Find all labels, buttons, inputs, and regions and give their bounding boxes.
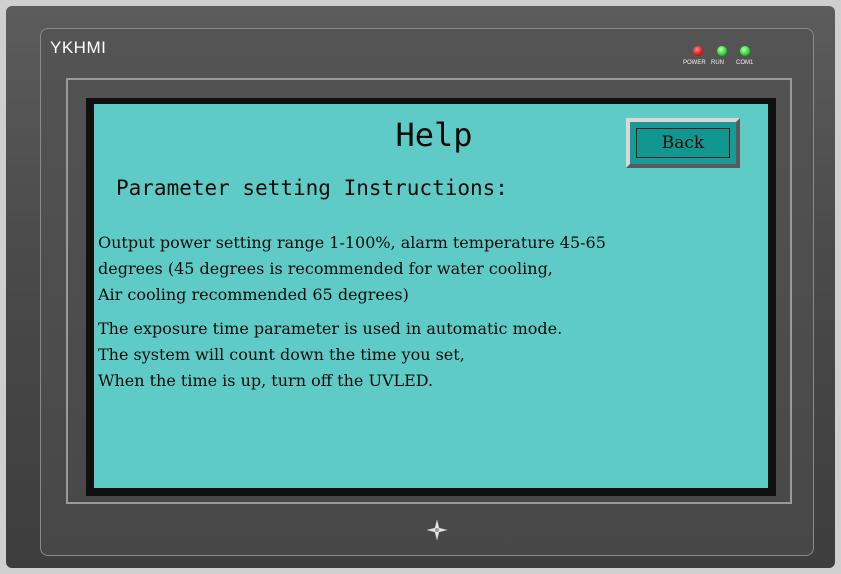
paragraph-line: degrees (45 degrees is recommended for w…	[98, 259, 553, 278]
run-led-icon	[717, 46, 727, 56]
run-led-label: RUN	[711, 60, 724, 66]
power-led-icon	[693, 46, 703, 56]
status-indicators: POWER RUN COM1	[681, 46, 761, 76]
paragraph-line: The exposure time parameter is used in a…	[98, 319, 563, 338]
four-point-star-icon[interactable]	[426, 519, 448, 541]
instructions-paragraph-exposure: The exposure time parameter is used in a…	[98, 316, 764, 394]
paragraph-line: Air cooling recommended 65 degrees)	[98, 285, 409, 304]
help-screen: Help Back Parameter setting Instructions…	[94, 104, 768, 488]
com-led-icon	[740, 46, 750, 56]
section-heading: Parameter setting Instructions:	[116, 176, 508, 200]
paragraph-line: Output power setting range 1-100%, alarm…	[98, 233, 606, 252]
back-button[interactable]: Back	[626, 118, 740, 168]
paragraph-line: The system will count down the time you …	[98, 345, 465, 364]
page-title: Help	[395, 116, 473, 154]
instructions-paragraph-power: Output power setting range 1-100%, alarm…	[98, 230, 764, 308]
brand-logo: YKHMI	[50, 38, 107, 57]
power-led-label: POWER	[683, 60, 706, 66]
back-button-label: Back	[636, 128, 730, 158]
com-led-label: COM1	[736, 60, 754, 66]
paragraph-line: When the time is up, turn off the UVLED.	[98, 371, 434, 390]
